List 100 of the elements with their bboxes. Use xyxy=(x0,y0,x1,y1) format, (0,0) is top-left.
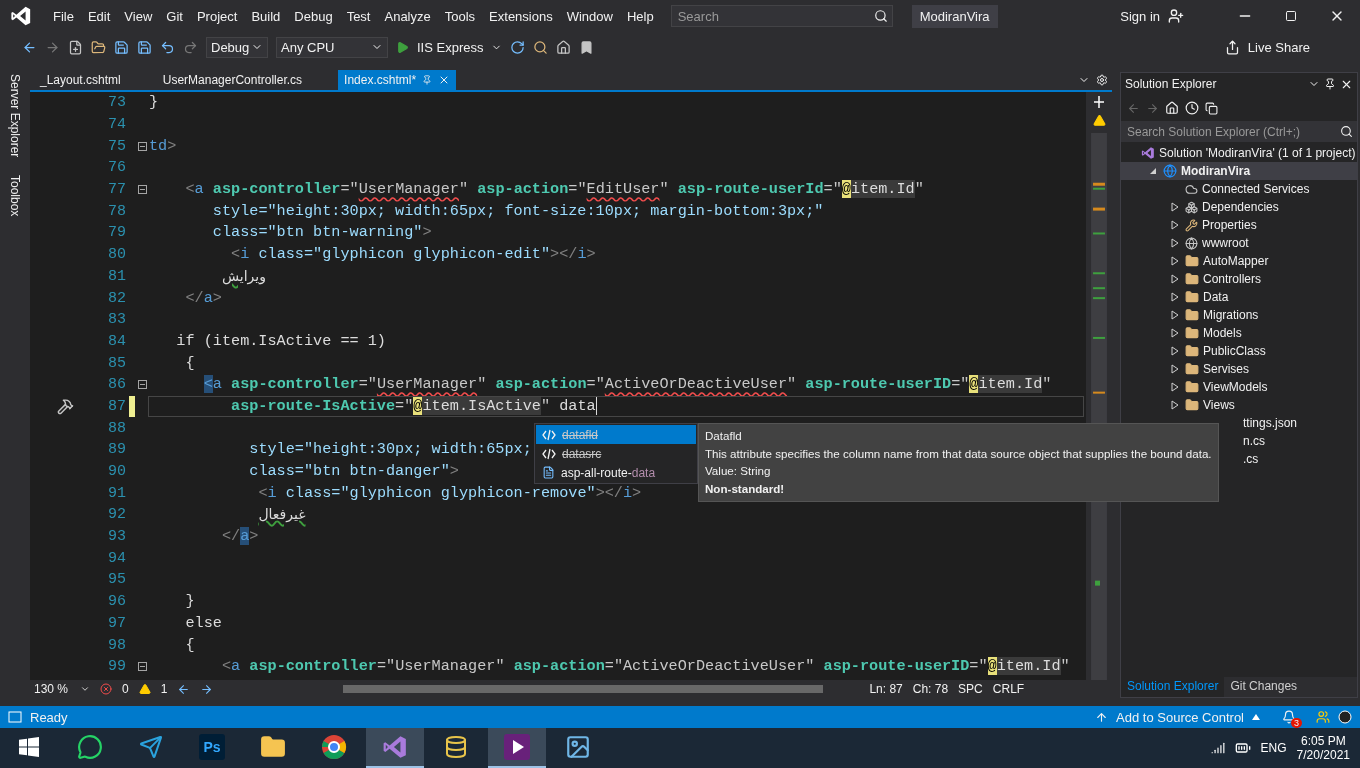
error-count[interactable]: 0 xyxy=(122,682,129,696)
tree-item[interactable]: wwwroot xyxy=(1121,234,1357,252)
collapsed-arrow-icon[interactable] xyxy=(1171,328,1179,338)
tree-item[interactable]: Connected Services xyxy=(1121,180,1357,198)
collapsed-arrow-icon[interactable] xyxy=(1171,364,1179,374)
taskbar-app[interactable] xyxy=(488,728,546,768)
tree-item[interactable]: PublicClass xyxy=(1121,342,1357,360)
next-icon[interactable] xyxy=(200,682,214,696)
zoom-dropdown[interactable]: 130 % xyxy=(34,681,90,697)
pin-icon[interactable] xyxy=(1324,78,1336,90)
tree-item[interactable]: Migrations xyxy=(1121,306,1357,324)
menu-item[interactable]: View xyxy=(117,8,160,24)
copy-icon[interactable] xyxy=(1205,101,1218,115)
collapse-icon[interactable] xyxy=(137,662,147,672)
collapsed-arrow-icon[interactable] xyxy=(1171,202,1179,212)
bookmark-icon[interactable] xyxy=(579,39,595,55)
clock-date[interactable]: 7/20/2021 xyxy=(1296,748,1350,762)
language-indicator[interactable]: ENG xyxy=(1260,741,1287,755)
scrollbar-thumb[interactable] xyxy=(343,685,824,693)
side-tab[interactable]: Server Explorer xyxy=(8,72,22,160)
circle-icon[interactable] xyxy=(1338,710,1352,724)
forward-icon[interactable] xyxy=(1146,101,1159,115)
run-button[interactable]: IIS Express xyxy=(417,39,484,55)
save-icon[interactable] xyxy=(114,39,129,55)
menu-item[interactable]: Test xyxy=(339,8,378,24)
people-icon[interactable] xyxy=(1316,710,1330,724)
clock-time[interactable]: 6:05 PM xyxy=(1300,734,1346,748)
completion-item[interactable]: datasrc xyxy=(536,444,696,463)
restore-icon[interactable] xyxy=(1285,10,1297,22)
collapsed-arrow-icon[interactable] xyxy=(1171,220,1179,230)
tree-item[interactable]: Controllers xyxy=(1121,270,1357,288)
tree-item[interactable]: ViewModels xyxy=(1121,378,1357,396)
battery-icon[interactable] xyxy=(1234,740,1251,756)
collapsed-arrow-icon[interactable] xyxy=(1171,382,1179,392)
split-icon[interactable] xyxy=(1093,96,1105,108)
collapse-icon[interactable] xyxy=(137,185,147,195)
redo-icon[interactable] xyxy=(183,39,198,55)
panel-tab[interactable]: Git Changes xyxy=(1224,677,1304,697)
hammer-icon[interactable] xyxy=(56,397,74,415)
expanded-arrow-icon[interactable] xyxy=(1149,167,1157,175)
collapsed-arrow-icon[interactable] xyxy=(1171,346,1179,356)
side-tab[interactable]: Toolbox xyxy=(8,173,22,219)
tree-item[interactable]: Views xyxy=(1121,396,1357,414)
user-plus-icon[interactable] xyxy=(1168,8,1184,24)
search-input[interactable]: Search Solution Explorer (Ctrl+;) xyxy=(1125,123,1340,140)
platform-dropdown[interactable]: Any CPU xyxy=(276,36,388,58)
search-input[interactable]: Search xyxy=(675,7,856,25)
caret-icon[interactable] xyxy=(1252,714,1260,720)
windows-logo-icon[interactable] xyxy=(19,737,39,757)
live-share-button[interactable]: Live Share xyxy=(1247,39,1310,55)
menu-item[interactable]: Debug xyxy=(287,8,340,24)
collapsed-arrow-icon[interactable] xyxy=(1171,400,1179,410)
menu-item[interactable]: Analyze xyxy=(377,8,438,24)
play-icon[interactable] xyxy=(396,40,409,54)
collapsed-arrow-icon[interactable] xyxy=(1171,274,1179,284)
signal-icon[interactable] xyxy=(1210,741,1225,755)
settings-icon[interactable] xyxy=(1096,74,1108,86)
tree-item[interactable]: Dependencies xyxy=(1121,198,1357,216)
tree-item[interactable]: Data xyxy=(1121,288,1357,306)
source-control-button[interactable]: Add to Source Control xyxy=(1116,709,1244,725)
bell-icon[interactable] xyxy=(1282,710,1296,724)
collapsed-arrow-icon[interactable] xyxy=(1171,292,1179,302)
forward-icon[interactable] xyxy=(45,39,60,55)
tree-item[interactable]: ModiranVira xyxy=(1121,162,1357,180)
save-all-icon[interactable] xyxy=(137,39,152,55)
tree-item[interactable]: Properties xyxy=(1121,216,1357,234)
panel-tab[interactable]: Solution Explorer xyxy=(1121,677,1225,697)
previous-icon[interactable] xyxy=(177,682,191,696)
search-field[interactable]: Search xyxy=(670,5,893,27)
warning-count[interactable]: 1 xyxy=(160,682,168,696)
find-icon[interactable] xyxy=(533,39,549,55)
error-icon[interactable] xyxy=(100,683,112,695)
folder-icon[interactable] xyxy=(91,39,106,55)
share-icon[interactable] xyxy=(1224,39,1240,55)
tree-item[interactable]: Solution 'ModiranVira' (1 of 1 project) xyxy=(1121,144,1357,162)
menu-item[interactable]: Extensions xyxy=(482,8,560,24)
undo-icon[interactable] xyxy=(160,39,175,55)
collapsed-arrow-icon[interactable] xyxy=(1171,256,1179,266)
collapse-icon[interactable] xyxy=(137,141,147,151)
refresh-icon[interactable] xyxy=(510,39,526,55)
configuration-dropdown[interactable]: Debug xyxy=(206,36,268,58)
menu-item[interactable]: Tools xyxy=(437,8,483,24)
menu-item[interactable]: Window xyxy=(559,8,620,24)
search-field[interactable]: Search Solution Explorer (Ctrl+;) xyxy=(1121,121,1357,142)
new-file-icon[interactable] xyxy=(68,39,83,55)
menu-item[interactable]: Project xyxy=(189,8,245,24)
menu-item[interactable]: Build xyxy=(244,8,288,24)
warning-icon[interactable] xyxy=(138,683,151,695)
menu-item[interactable]: File xyxy=(46,8,81,24)
document-tab[interactable]: _Layout.cshtml xyxy=(34,70,127,90)
tree-item[interactable]: Servises xyxy=(1121,360,1357,378)
taskbar-app[interactable]: Ps xyxy=(183,728,241,768)
collapse-icon[interactable] xyxy=(137,380,147,390)
sign-in-link[interactable]: Sign in xyxy=(1120,8,1160,24)
tree-item[interactable]: AutoMapper xyxy=(1121,252,1357,270)
collapsed-arrow-icon[interactable] xyxy=(1171,310,1179,320)
clock-icon[interactable] xyxy=(1185,101,1199,115)
document-tab[interactable]: UserManagerController.cs xyxy=(156,70,309,90)
tree-item[interactable]: Models xyxy=(1121,324,1357,342)
back-icon[interactable] xyxy=(22,39,37,55)
